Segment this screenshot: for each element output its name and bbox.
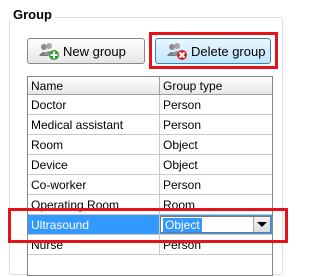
- table-row[interactable]: Co-worker Person: [28, 175, 272, 195]
- cell-name[interactable]: Device: [28, 155, 160, 174]
- cell-name[interactable]: Doctor: [28, 95, 160, 114]
- new-group-button[interactable]: New group: [27, 38, 145, 64]
- delete-button-highlight: [149, 32, 278, 69]
- group-grid[interactable]: Name Group type Doctor Person Medical as…: [27, 76, 273, 276]
- column-header-name[interactable]: Name: [28, 77, 160, 94]
- table-row[interactable]: Device Object: [28, 155, 272, 175]
- grid-header: Name Group type: [28, 77, 272, 95]
- cell-name[interactable]: Co-worker: [28, 175, 160, 194]
- table-row[interactable]: Room Object: [28, 135, 272, 155]
- cell-group-type[interactable]: Person: [160, 115, 272, 134]
- new-group-label: New group: [63, 43, 126, 59]
- table-row[interactable]: Doctor Person: [28, 95, 272, 115]
- group-box-title: Group: [10, 7, 55, 22]
- cell-group-type[interactable]: Person: [160, 95, 272, 114]
- users-add-icon: [38, 41, 60, 61]
- table-row[interactable]: Medical assistant Person: [28, 115, 272, 135]
- cell-group-type[interactable]: Person: [160, 175, 272, 194]
- cell-group-type[interactable]: Object: [160, 155, 272, 174]
- column-header-group-type[interactable]: Group type: [160, 77, 272, 94]
- cell-name[interactable]: Room: [28, 135, 160, 154]
- selected-row-highlight: [8, 208, 288, 243]
- cell-name[interactable]: Medical assistant: [28, 115, 160, 134]
- cell-group-type[interactable]: Object: [160, 135, 272, 154]
